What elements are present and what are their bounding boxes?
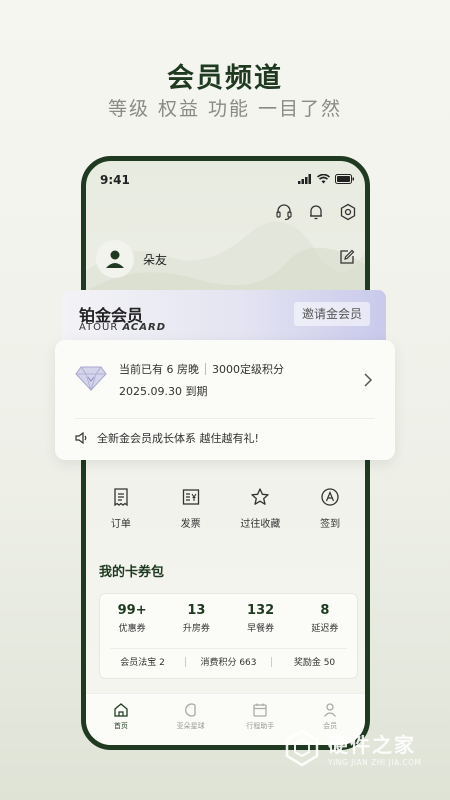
- tab-label: 首页: [113, 722, 128, 730]
- coupon-label: 优惠券: [118, 624, 146, 634]
- coupon-label: 早餐券: [247, 624, 275, 634]
- user-avatar-icon: [106, 250, 124, 268]
- settings-icon[interactable]: [339, 203, 357, 221]
- coupon-upgrade[interactable]: 13 升房券: [164, 603, 228, 634]
- wallet-title: 我的卡券包: [99, 565, 165, 580]
- member-icon: [324, 703, 337, 717]
- diamond-icon: [75, 366, 107, 392]
- avatar[interactable]: [96, 240, 134, 278]
- checkin-icon: [321, 488, 339, 506]
- watermark-main: 硬件之家: [328, 733, 416, 757]
- chevron-right-icon[interactable]: [363, 372, 373, 388]
- info-divider: [75, 418, 375, 419]
- status-time: 9:41: [100, 173, 130, 187]
- quick-action-invoice[interactable]: 发票: [156, 487, 226, 530]
- grade-points: 3000定级积分: [212, 363, 284, 376]
- signal-icon: [298, 174, 311, 184]
- quick-actions: 订单 发票 过往收藏 签到: [86, 487, 365, 530]
- quick-action-order[interactable]: 订单: [86, 487, 156, 530]
- stay-nights: 当前已有 6 房晚: [119, 363, 199, 376]
- top-action-icons: [275, 203, 357, 221]
- coupon-value: 13: [187, 603, 206, 618]
- invite-gold-member-button[interactable]: 邀请金会员: [293, 302, 370, 326]
- promo-subline: 等级 权益 功能 一目了然: [107, 98, 343, 120]
- coupon-late-checkout[interactable]: 8 延迟券: [293, 603, 357, 634]
- tab-home[interactable]: 首页: [86, 694, 156, 745]
- wallet-box: 99+ 优惠券 13 升房券 132 早餐券 8 延迟券 会员法宝 2 消费积分…: [99, 593, 358, 679]
- card-brand-logo: ATOUR ACARD: [79, 322, 166, 333]
- watermark-sub: YING JIAN ZHI JIA.COM: [328, 758, 422, 767]
- star-icon: [251, 488, 270, 505]
- stats-row: 会员法宝 2 消费积分 663 奖励金 50: [100, 655, 357, 668]
- stat-member-treasure[interactable]: 会员法宝 2: [100, 655, 185, 668]
- coupon-row: 99+ 优惠券 13 升房券 132 早餐券 8 延迟券: [100, 603, 357, 634]
- wallet-divider: [110, 648, 347, 649]
- invoice-icon: [182, 489, 199, 505]
- quick-action-label: 订单: [110, 519, 131, 530]
- member-info-card[interactable]: 当前已有 6 房晚 3000定级积分 2025.09.30 到期 全新金会员成长…: [55, 340, 395, 460]
- quick-action-label: 过往收藏: [240, 519, 281, 530]
- coupon-value: 99+: [117, 603, 147, 618]
- stat-consumption-points[interactable]: 消费积分 663: [186, 655, 271, 668]
- tab-planet[interactable]: 亚朵星球: [156, 694, 226, 745]
- edit-icon[interactable]: [339, 249, 355, 265]
- quick-action-checkin[interactable]: 签到: [295, 487, 365, 530]
- customer-service-icon[interactable]: [275, 203, 293, 221]
- notice-row[interactable]: 全新金会员成长体系 越住越有礼!: [75, 430, 259, 446]
- brand-prefix: ATOUR: [79, 322, 119, 333]
- watermark: 硬件之家 YING JIAN ZHI JIA.COM: [282, 728, 421, 768]
- notice-text: 全新金会员成长体系 越住越有礼!: [97, 432, 259, 445]
- status-icons: [298, 174, 355, 184]
- battery-icon: [335, 174, 354, 184]
- tab-label: 亚朵星球: [176, 722, 205, 730]
- home-icon: [114, 703, 128, 717]
- speaker-icon: [75, 432, 87, 444]
- status-bar: 9:41: [86, 173, 365, 189]
- coupon-discount[interactable]: 99+ 优惠券: [100, 603, 164, 634]
- quick-action-favorites[interactable]: 过往收藏: [226, 487, 296, 530]
- stay-row: 当前已有 6 房晚 3000定级积分: [119, 361, 284, 377]
- bell-icon[interactable]: [307, 203, 325, 221]
- stay-divider: [205, 363, 206, 375]
- quick-action-label: 签到: [320, 519, 341, 530]
- watermark-logo-icon: [285, 729, 319, 767]
- watermark-text: 硬件之家 YING JIAN ZHI JIA.COM: [328, 729, 421, 767]
- expire-date: 2025.09.30 到期: [119, 385, 208, 398]
- planet-icon: [184, 703, 196, 717]
- coupon-breakfast[interactable]: 132 早餐券: [229, 603, 293, 634]
- calendar-icon: [253, 703, 268, 717]
- order-icon: [114, 488, 128, 507]
- coupon-value: 132: [247, 603, 275, 618]
- coupon-label: 升房券: [182, 624, 210, 634]
- coupon-value: 8: [320, 603, 330, 618]
- stat-reward-money[interactable]: 奖励金 50: [272, 655, 357, 668]
- user-name[interactable]: 朵友: [143, 251, 167, 268]
- tab-label: 行程助手: [246, 722, 275, 730]
- coupon-label: 延迟券: [311, 624, 339, 634]
- brand-suffix: ACARD: [122, 322, 167, 333]
- quick-action-label: 发票: [180, 519, 201, 530]
- wifi-icon: [317, 174, 330, 184]
- promo-headline: 会员频道: [167, 63, 283, 94]
